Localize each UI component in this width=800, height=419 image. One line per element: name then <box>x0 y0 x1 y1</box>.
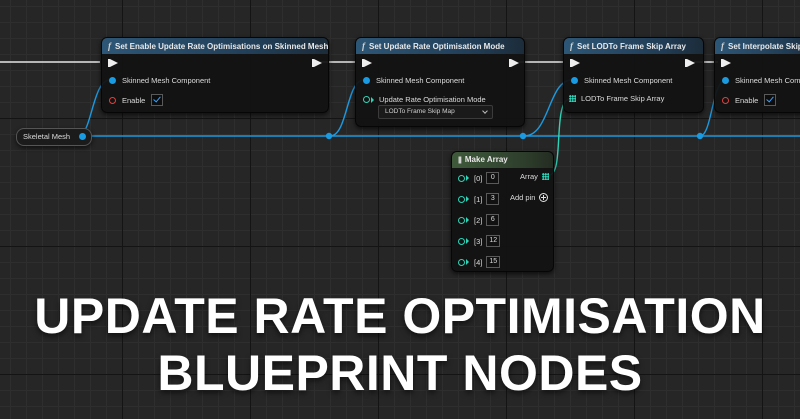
enum-pin-icon <box>363 96 370 103</box>
overlay-title-line-2: BLUEPRINT NODES <box>157 345 643 401</box>
node-title: Set Interpolate Skippe <box>728 42 800 51</box>
array-element-pin[interactable]: [4] 15 <box>458 256 501 268</box>
node-title: Set Update Rate Optimisation Mode <box>369 42 505 51</box>
add-pin-button[interactable]: Add pin <box>510 193 549 202</box>
element-value-input[interactable]: 15 <box>486 256 501 268</box>
function-icon: f <box>721 41 724 51</box>
node-set-update-rate-optimisation-mode[interactable]: f Set Update Rate Optimisation Mode Skinn… <box>355 37 525 127</box>
make-array-output-pin[interactable]: Array <box>520 172 549 181</box>
pin-arrow-icon <box>466 238 469 244</box>
pin-arrow-icon <box>466 175 469 181</box>
optimisation-mode-dropdown[interactable]: LODTo Frame Skip Map <box>378 105 493 119</box>
element-value-input[interactable]: 0 <box>486 172 500 184</box>
array-element-pin[interactable]: [3] 12 <box>458 235 501 247</box>
element-value-input[interactable]: 12 <box>486 235 501 247</box>
exec-out-pin[interactable] <box>312 59 322 67</box>
element-index: [0] <box>474 173 483 183</box>
object-pin-icon <box>571 77 578 84</box>
exec-out-pin[interactable] <box>685 59 695 67</box>
int-pin-icon <box>458 174 465 182</box>
pin-label: Skinned Mesh Component <box>122 76 211 85</box>
object-pin-icon <box>109 77 116 84</box>
reroute-dot <box>696 132 704 140</box>
int-pin-icon <box>458 237 465 245</box>
element-index: [4] <box>474 257 483 267</box>
node-set-lodto-frame-skip-array[interactable]: f Set LODTo Frame Skip Array Skinned Mesh… <box>563 37 704 113</box>
pin-label: Enable <box>735 95 759 105</box>
pin-arrow-icon <box>466 217 469 223</box>
pin-label: Update Rate Optimisation Mode <box>379 95 486 104</box>
pin-label: LODTo Frame Skip Array <box>581 94 665 103</box>
skeletal-mesh-variable-node[interactable]: Skeletal Mesh <box>16 128 92 146</box>
array-element-pin[interactable]: [1] 3 <box>458 193 500 205</box>
exec-in-pin[interactable] <box>362 59 372 67</box>
node-title: Make Array <box>464 155 508 164</box>
int-pin-icon <box>458 258 465 266</box>
array-element-pin[interactable]: [2] 6 <box>458 214 500 226</box>
pin-arrow-icon <box>371 96 374 103</box>
object-pin-icon <box>363 77 370 84</box>
exec-in-pin[interactable] <box>108 59 118 67</box>
pin-skinned-mesh-component[interactable]: Skinned Mesh Compo <box>722 76 800 85</box>
dropdown-value: LODTo Frame Skip Map <box>385 108 455 115</box>
make-array-icon: ||| <box>458 157 462 164</box>
node-header: f Set Update Rate Optimisation Mode <box>356 38 524 54</box>
blueprint-graph-canvas[interactable]: Skeletal Mesh f Set Enable Update Rate Op… <box>0 0 800 419</box>
reroute-dot <box>519 132 527 140</box>
overlay-title-line-1: UPDATE RATE OPTIMISATION <box>34 288 766 344</box>
exec-in-pin[interactable] <box>570 59 580 67</box>
array-element-pin[interactable]: [0] 0 <box>458 172 500 184</box>
node-header: ||| Make Array <box>452 152 553 168</box>
pin-update-rate-optimisation-mode[interactable]: Update Rate Optimisation Mode <box>363 95 486 104</box>
pin-skinned-mesh-component[interactable]: Skinned Mesh Component <box>571 76 672 85</box>
pin-arrow-icon <box>466 259 469 265</box>
enable-checkbox[interactable] <box>151 94 164 106</box>
add-icon <box>539 193 549 202</box>
node-header: f Set Enable Update Rate Optimisations on… <box>102 38 328 54</box>
pin-arrow-icon <box>466 196 469 202</box>
element-value-input[interactable]: 3 <box>486 193 500 205</box>
skeletal-mesh-label: Skeletal Mesh <box>23 132 71 141</box>
node-title: Set Enable Update Rate Optimisations on … <box>115 42 328 51</box>
element-value-input[interactable]: 6 <box>486 214 500 226</box>
node-make-array[interactable]: ||| Make Array Array Add pin [0] 0 [1] 3 … <box>451 151 554 272</box>
function-icon: f <box>362 41 365 51</box>
element-index: [2] <box>474 215 483 225</box>
function-icon: f <box>570 41 573 51</box>
array-pin-icon <box>541 173 549 180</box>
node-header: f Set Interpolate Skippe <box>715 38 800 54</box>
element-index: [3] <box>474 236 483 246</box>
pin-lodto-frame-skip-array[interactable]: LODTo Frame Skip Array <box>569 94 664 103</box>
exec-out-pin[interactable] <box>509 59 519 67</box>
pin-label: Skinned Mesh Compo <box>735 76 800 85</box>
node-title: Set LODTo Frame Skip Array <box>577 42 686 51</box>
int-pin-icon <box>458 216 465 224</box>
exec-in-pin[interactable] <box>721 59 731 67</box>
bool-pin-icon <box>109 96 116 104</box>
bool-pin-icon <box>722 96 729 104</box>
reroute-dot <box>325 132 333 140</box>
pin-skinned-mesh-component[interactable]: Skinned Mesh Component <box>363 76 464 85</box>
pin-label: Enable <box>122 95 146 105</box>
pin-label: Skinned Mesh Component <box>376 76 465 85</box>
pin-enable[interactable]: Enable <box>109 94 164 106</box>
function-icon: f <box>108 41 111 51</box>
chevron-down-icon <box>482 108 488 114</box>
add-pin-label: Add pin <box>510 193 536 202</box>
element-index: [1] <box>474 194 483 204</box>
enable-checkbox[interactable] <box>764 94 777 106</box>
pin-label: Skinned Mesh Component <box>584 76 673 85</box>
node-header: f Set LODTo Frame Skip Array <box>564 38 703 54</box>
pin-skinned-mesh-component[interactable]: Skinned Mesh Component <box>109 76 210 85</box>
array-pin-icon <box>569 95 576 102</box>
pin-enable[interactable]: Enable <box>722 94 777 106</box>
pin-label: Array <box>520 172 538 181</box>
skeletal-mesh-output-pin[interactable] <box>79 133 86 140</box>
node-set-interpolate-skipped-frames[interactable]: f Set Interpolate Skippe Skinned Mesh Com… <box>714 37 800 113</box>
node-set-enable-update-rate-optimisations[interactable]: f Set Enable Update Rate Optimisations on… <box>101 37 329 113</box>
int-pin-icon <box>458 195 465 203</box>
object-pin-icon <box>722 77 729 84</box>
